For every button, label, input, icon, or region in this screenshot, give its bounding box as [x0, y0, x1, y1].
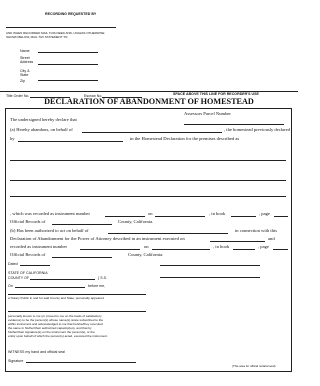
page-label-1: , page	[259, 211, 270, 216]
poa-date-line[interactable]	[210, 241, 265, 242]
instrument-number-line-1[interactable]	[105, 216, 145, 217]
zip-label: Zip	[20, 79, 25, 83]
county-ca-1: County, California.	[118, 219, 154, 224]
witness-label: WITNESS my hand and official seal	[8, 350, 65, 354]
date-line-1[interactable]	[155, 216, 205, 217]
county-of-line[interactable]	[30, 279, 95, 280]
signature-label: Signature	[8, 359, 24, 363]
apn-label: Assessors Parcel Number	[184, 111, 231, 116]
notary-text: a Notary Public in and for said County a…	[8, 296, 104, 300]
state-label: STATE OF CALIFORNIA	[8, 271, 48, 275]
city-state-zip-line[interactable]	[38, 80, 98, 81]
recording-requested-heading: RECORDING REQUESTED BY	[45, 12, 97, 16]
on-label-1: on	[148, 211, 153, 216]
county-of-label: COUNTY OF	[8, 276, 30, 280]
page-line-2[interactable]	[273, 249, 288, 250]
by-line[interactable]	[18, 141, 123, 142]
recorder-note: SPACE ABOVE THIS LINE FOR RECORDER'S USE	[173, 92, 259, 96]
official-records-2: Official Records of	[10, 252, 46, 257]
instrument-number-line-2[interactable]	[80, 249, 140, 250]
official-records-1: Official Records of	[10, 219, 46, 224]
before-me-label: before me,	[88, 284, 106, 288]
recorded-text-1: , which was recorded as instrument numbe…	[10, 211, 90, 216]
county-line-2[interactable]	[52, 257, 112, 258]
city-state-label: City & State	[20, 69, 30, 78]
clause-a-line[interactable]	[82, 132, 222, 133]
name-field-line[interactable]	[38, 52, 98, 53]
mail-instructions-2: SHOWN BELOW, MAIL TAX STATEMENT TO:	[6, 35, 69, 39]
by-cont: in the Homestead Declaration for the pre…	[130, 136, 240, 141]
clause-a-text: (a) Hereby abandons, on behalf of	[10, 127, 73, 132]
notary-name-line[interactable]	[8, 294, 146, 295]
apn-line[interactable]	[184, 124, 284, 125]
clause-a-end: , the homestead previously declared	[224, 127, 290, 132]
book-line-1[interactable]	[231, 216, 256, 217]
premises-line-2[interactable]	[10, 180, 286, 181]
street-address-label: Street Address	[20, 56, 34, 65]
page-label-2: , page	[258, 244, 269, 249]
street-address-line[interactable]	[38, 64, 98, 65]
poa-line-text: Declaration of Abandonment for the Power…	[10, 236, 185, 241]
clause-b-line[interactable]	[108, 233, 228, 234]
clause-b-text: (b) Has been authorized to act on behalf…	[10, 228, 89, 233]
by-label: by	[10, 136, 15, 141]
dated-line[interactable]	[20, 265, 50, 266]
on-ack-label: On	[8, 284, 13, 288]
county-line-1[interactable]	[52, 224, 112, 225]
intro-text: The undersigned hereby declare that	[10, 117, 77, 122]
date-line-2[interactable]	[152, 249, 210, 250]
requester-line	[6, 27, 116, 28]
in-book-label-2: , in book	[213, 244, 230, 249]
appeared-name-line[interactable]	[8, 311, 146, 312]
and-label: and	[268, 236, 275, 241]
in-book-label-1: , in book	[209, 211, 226, 216]
premises-line-3[interactable]	[10, 196, 286, 197]
clause-b-end: in connection with this	[235, 228, 277, 233]
ack-date-line[interactable]	[15, 287, 85, 288]
signature-line-1[interactable]	[160, 265, 260, 266]
book-line-2[interactable]	[233, 249, 255, 250]
dated-label: Dated	[8, 262, 18, 266]
signature-line-2[interactable]	[160, 277, 260, 278]
seal-note: (This area for official notarial seal)	[232, 364, 276, 368]
ss-label: } S.S.	[98, 276, 107, 280]
recorded-text-2: recorded as instrument number	[10, 244, 68, 249]
notary-signature-line[interactable]	[26, 362, 136, 363]
on-label-2: on	[144, 244, 149, 249]
county-ca-2: County, California.	[128, 252, 164, 257]
name-field-label: Name	[20, 49, 30, 53]
premises-line-1[interactable]	[10, 160, 286, 161]
document-title: DECLARATION OF ABANDONMENT OF HOMESTEAD	[44, 97, 254, 106]
page-line-1[interactable]	[274, 216, 288, 217]
proof-line-6: entity upon behalf of which the person(s…	[8, 334, 108, 338]
